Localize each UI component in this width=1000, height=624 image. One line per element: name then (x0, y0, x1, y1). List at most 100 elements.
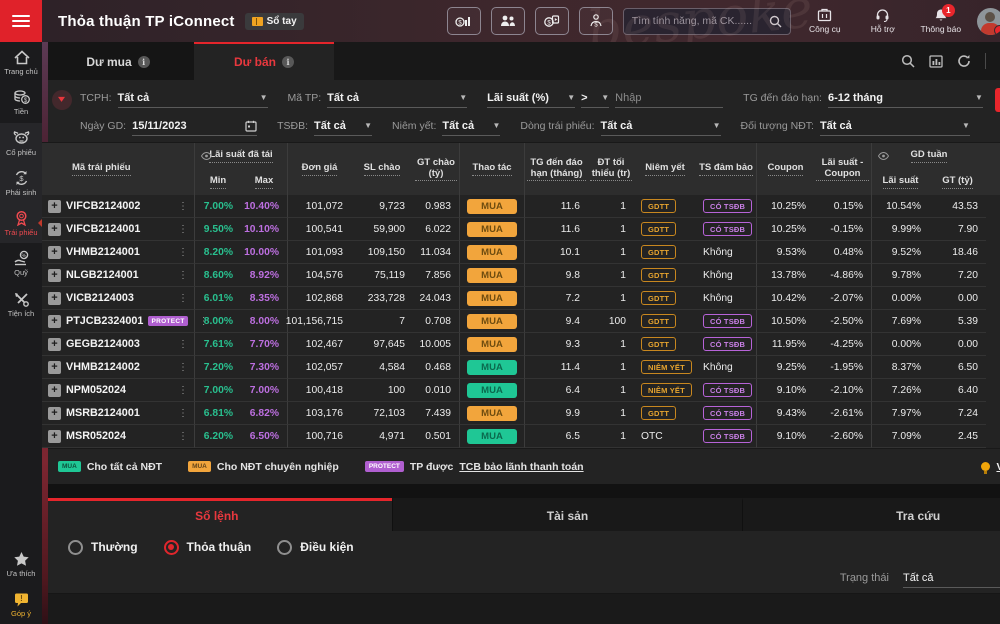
qty-cell: 97,645 (351, 333, 413, 356)
advisory-icon[interactable]: $ (579, 7, 613, 35)
collapse-filters-icon[interactable]: ▾ (52, 90, 72, 110)
expand-row-button[interactable]: + (48, 315, 61, 328)
price-cell: 100,541 (287, 218, 351, 241)
sidebar-item-fund[interactable]: %Quỹ (0, 243, 42, 283)
info-icon[interactable]: i (138, 56, 150, 68)
expand-row-button[interactable]: + (48, 223, 61, 236)
row-menu-icon[interactable]: ⋮ (172, 201, 194, 212)
qty-cell: 233,728 (351, 287, 413, 310)
buy-button[interactable]: MUA (467, 314, 517, 329)
expand-row-button[interactable]: + (48, 430, 61, 443)
user-menu[interactable]: Nguyễn Văn A 105C995188 (977, 8, 1000, 35)
expand-row-button[interactable]: + (48, 246, 61, 259)
expand-row-button[interactable]: + (48, 361, 61, 374)
filter-apply-button[interactable]: LỌC (995, 88, 1000, 112)
old-version-link[interactable]: Về phiên bản cũ (981, 461, 1000, 473)
search-icon[interactable] (769, 15, 782, 28)
buy-button[interactable]: MUA (467, 360, 517, 375)
order-type-radio[interactable]: Thường (68, 540, 138, 555)
buy-button[interactable]: MUA (467, 337, 517, 352)
row-menu-icon[interactable]: ⋮ (172, 408, 194, 419)
bottom-tab-tra-cứu[interactable]: Tra cứu (742, 498, 1000, 531)
row-menu-icon[interactable]: ⋮ (172, 339, 194, 350)
row-menu-icon[interactable]: ⋮ (172, 270, 194, 281)
tsdb-select[interactable]: Tất cả▼ (314, 116, 372, 136)
buy-button[interactable]: MUA (467, 383, 517, 398)
chevron-down-icon: ▼ (492, 121, 500, 130)
sidebar-spacer (0, 324, 42, 544)
maturity-select[interactable]: 6-12 tháng▼ (828, 88, 983, 108)
matp-select[interactable]: Tất cả▼ (327, 88, 467, 108)
bottom-tab-sổ-lệnh[interactable]: Sổ lệnh (42, 498, 392, 531)
sidebar-item-star[interactable]: Ưa thích (0, 544, 42, 584)
buy-button[interactable]: MUA (467, 222, 517, 237)
bondline-select[interactable]: Tất cả▼ (601, 116, 721, 136)
trade-date-picker[interactable]: 15/11/2023 (132, 116, 257, 136)
sidebar-item-derivative[interactable]: $Phái sinh (0, 163, 42, 203)
sidebar-item-feedback[interactable]: !Góp ý (0, 584, 42, 624)
bottom-tab-tài-sản[interactable]: Tài sản (392, 498, 743, 531)
min-rate-cell: 6.81% (194, 402, 241, 425)
tab-du-mua[interactable]: Dư mua i (42, 42, 194, 80)
sidebar-item-home[interactable]: Trang chủ (0, 42, 42, 82)
expand-row-button[interactable]: + (48, 200, 61, 213)
media-icon[interactable]: $ (535, 7, 569, 35)
listing-cell: GDTT (634, 310, 696, 333)
market-data-icon[interactable]: $ (447, 7, 481, 35)
row-menu-icon[interactable]: ⋮ (172, 224, 194, 235)
row-menu-icon[interactable]: ⋮ (172, 362, 194, 373)
table-search-icon[interactable] (901, 54, 915, 68)
tcph-select[interactable]: Tất cả▼ (118, 88, 268, 108)
sidebar-item-bond[interactable]: Trái phiếu (0, 203, 42, 243)
legend-bar: MUACho tất cả NĐTMUACho NĐT chuyên nghiệ… (42, 448, 1000, 484)
buy-button[interactable]: MUA (467, 268, 517, 283)
coupon-cell: 9.43% (756, 402, 814, 425)
rate-operator-select[interactable]: >▼ (581, 88, 609, 108)
rate-type-select[interactable]: Lãi suất (%)▼ (487, 88, 575, 108)
sidebar-item-coins[interactable]: $Tiền (0, 82, 42, 122)
eye-icon[interactable] (878, 152, 889, 160)
row-menu-icon[interactable]: ⋮ (172, 293, 194, 304)
sidebar-item-stock[interactable]: Cổ phiếu (0, 123, 42, 163)
row-menu-icon[interactable]: ⋮ (172, 431, 194, 442)
collateral-cell: CÓ TSĐB (696, 195, 756, 218)
tools-menu[interactable]: Công cụ (801, 8, 849, 34)
refresh-icon[interactable] (957, 54, 971, 68)
week-rate-cell: 8.37% (871, 356, 929, 379)
community-icon[interactable] (491, 7, 525, 35)
buy-button[interactable]: MUA (467, 291, 517, 306)
notifications-menu[interactable]: 1 Thông báo (917, 8, 965, 34)
fund-icon: % (13, 250, 30, 266)
listing-cell: GDTT (634, 333, 696, 356)
info-icon[interactable]: i (282, 56, 294, 68)
order-type-radio[interactable]: Điều kiện (277, 540, 353, 555)
buy-button[interactable]: MUA (467, 406, 517, 421)
notebook-badge[interactable]: Sổ tay (245, 13, 304, 30)
row-menu-icon[interactable]: ⋮ (172, 385, 194, 396)
rate-input[interactable] (615, 88, 723, 108)
listing-badge: GDTT (641, 314, 676, 328)
legend-link[interactable]: TCB bảo lãnh thanh toán (459, 461, 583, 473)
expand-row-button[interactable]: + (48, 407, 61, 420)
tab-du-ban[interactable]: Dư bán i (194, 42, 334, 80)
eye-icon[interactable] (201, 152, 212, 160)
row-menu-icon[interactable]: ⋮ (172, 247, 194, 258)
order-type-radio[interactable]: Thỏa thuận (164, 540, 252, 555)
status-select[interactable]: Tất cả▼ (903, 568, 1000, 588)
buy-button[interactable]: MUA (467, 429, 517, 444)
buy-button[interactable]: MUA (467, 199, 517, 214)
sidebar-item-utility[interactable]: Tiện ích (0, 284, 42, 324)
search-input[interactable] (632, 15, 763, 27)
expand-row-button[interactable]: + (48, 384, 61, 397)
chart-icon[interactable] (929, 55, 943, 68)
buy-button[interactable]: MUA (467, 245, 517, 260)
value-cell: 7.439 (413, 402, 459, 425)
expand-row-button[interactable]: + (48, 269, 61, 282)
listing-select[interactable]: Tất cả▼ (442, 116, 500, 136)
filter-listing-label: Niêm yết: (392, 120, 436, 132)
menu-toggle-icon[interactable] (0, 0, 42, 42)
expand-row-button[interactable]: + (48, 338, 61, 351)
investor-select[interactable]: Tất cả▼ (820, 116, 970, 136)
expand-row-button[interactable]: + (48, 292, 61, 305)
support-menu[interactable]: Hỗ trợ (859, 8, 907, 34)
